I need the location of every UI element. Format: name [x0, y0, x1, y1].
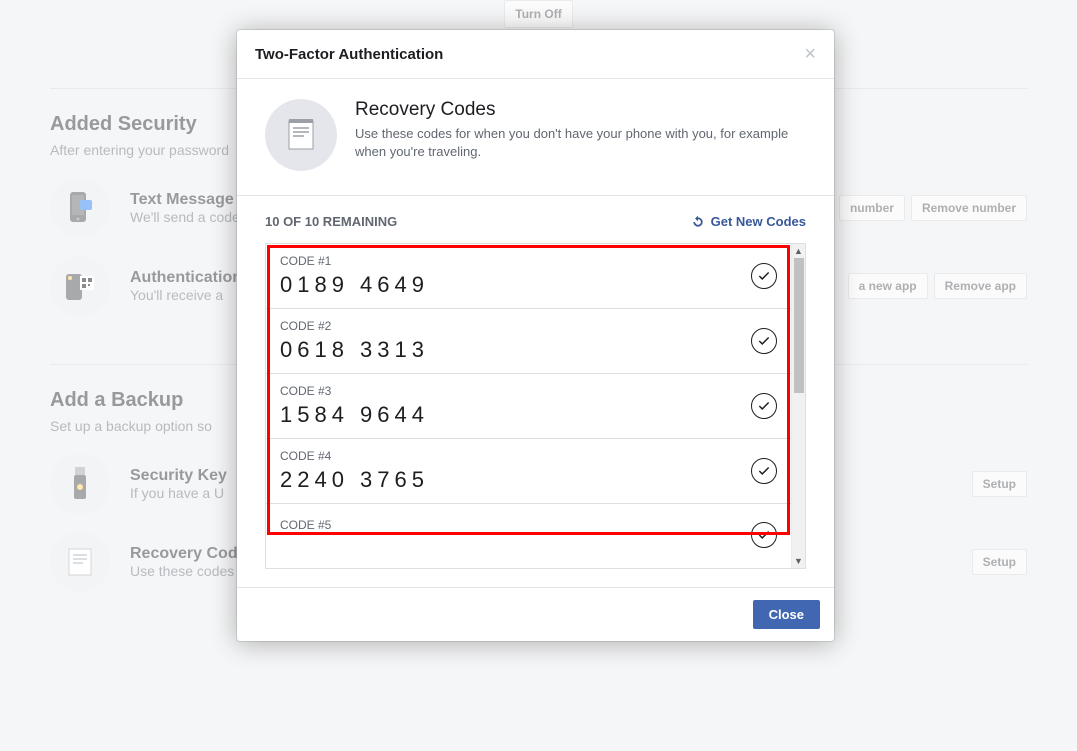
dialog-title: Two-Factor Authentication	[255, 46, 443, 63]
check-circle-icon	[751, 263, 777, 289]
code-label: CODE #3	[280, 384, 429, 398]
code-label: CODE #2	[280, 319, 429, 333]
code-label: CODE #4	[280, 449, 429, 463]
hero-description: Use these codes for when you don't have …	[355, 125, 806, 161]
check-circle-icon	[751, 393, 777, 419]
code-value: 0618 3313	[280, 337, 429, 363]
code-row: CODE #3 1584 9644	[266, 374, 791, 439]
code-label: CODE #5	[280, 518, 331, 532]
check-circle-icon	[751, 522, 777, 548]
scroll-up-arrow-icon[interactable]: ▲	[792, 244, 805, 258]
code-row: CODE #1 0189 4649	[266, 244, 791, 309]
code-row: CODE #2 0618 3313	[266, 309, 791, 374]
check-circle-icon	[751, 328, 777, 354]
get-new-codes-link[interactable]: Get New Codes	[691, 214, 806, 229]
code-value: 0189 4649	[280, 272, 429, 298]
dialog-hero: Recovery Codes Use these codes for when …	[237, 79, 834, 196]
recovery-codes-dialog: Two-Factor Authentication × Recovery Cod…	[237, 30, 834, 641]
hero-title: Recovery Codes	[355, 99, 806, 121]
remaining-count: 10 OF 10 REMAINING	[265, 214, 397, 229]
code-value: 2240 3765	[280, 467, 429, 493]
close-icon[interactable]: ×	[804, 44, 816, 64]
notepad-icon	[265, 99, 337, 171]
scroll-down-arrow-icon[interactable]: ▼	[792, 554, 805, 568]
codes-bar: 10 OF 10 REMAINING Get New Codes	[265, 214, 806, 229]
scrollbar[interactable]: ▲ ▼	[791, 244, 805, 568]
code-row: CODE #5	[266, 504, 791, 540]
scroll-thumb[interactable]	[794, 258, 804, 393]
dialog-footer: Close	[237, 587, 834, 641]
get-new-codes-label: Get New Codes	[711, 214, 806, 229]
codes-body: 10 OF 10 REMAINING Get New Codes CODE #1…	[237, 196, 834, 569]
dialog-header: Two-Factor Authentication ×	[237, 30, 834, 79]
code-row: CODE #4 2240 3765	[266, 439, 791, 504]
codes-scroll-container: CODE #1 0189 4649 CODE #2 0618 3313 CODE…	[265, 243, 806, 569]
code-label: CODE #1	[280, 254, 429, 268]
code-value: 1584 9644	[280, 402, 429, 428]
check-circle-icon	[751, 458, 777, 484]
codes-list: CODE #1 0189 4649 CODE #2 0618 3313 CODE…	[266, 244, 791, 568]
close-button[interactable]: Close	[753, 600, 820, 629]
refresh-icon	[691, 215, 705, 229]
